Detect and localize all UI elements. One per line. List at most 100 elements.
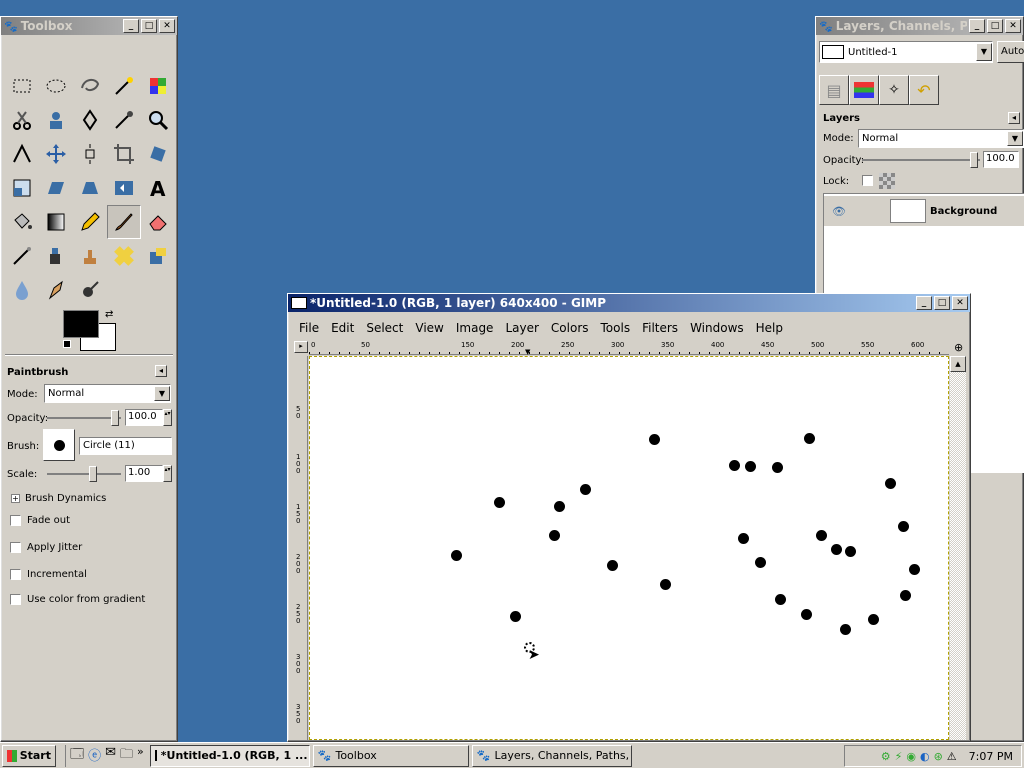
- close-button[interactable]: ✕: [1005, 19, 1021, 33]
- measure-tool-icon[interactable]: [5, 137, 39, 171]
- minimize-button[interactable]: _: [969, 19, 985, 33]
- image-select[interactable]: Untitled-1 ▼: [819, 41, 993, 63]
- perspective-clone-tool-icon[interactable]: [141, 239, 175, 273]
- airbrush-tool-icon[interactable]: [5, 239, 39, 273]
- foreground-color-swatch[interactable]: [63, 310, 99, 338]
- menu-select[interactable]: Select: [360, 321, 409, 335]
- maximize-button[interactable]: □: [987, 19, 1003, 33]
- image-titlebar[interactable]: *Untitled-1.0 (RGB, 1 layer) 640x400 - G…: [288, 294, 970, 312]
- task-layers[interactable]: 🐾 Layers, Channels, Paths, ...: [471, 744, 632, 767]
- menu-edit[interactable]: Edit: [325, 321, 360, 335]
- tray-app-icon[interactable]: ⚠: [947, 750, 957, 763]
- fade-out-checkbox[interactable]: [10, 515, 21, 526]
- scale-input[interactable]: 1.00: [125, 465, 163, 482]
- color-gradient-checkbox[interactable]: [10, 594, 21, 605]
- opacity-spinner[interactable]: ▴▾: [163, 409, 172, 426]
- crop-tool-icon[interactable]: [107, 137, 141, 171]
- close-button[interactable]: ✕: [159, 19, 175, 33]
- scroll-up-button[interactable]: ▲: [950, 356, 966, 372]
- rotate-tool-icon[interactable]: [141, 137, 175, 171]
- menu-image[interactable]: Image: [450, 321, 500, 335]
- lock-alpha-icon[interactable]: [879, 173, 895, 189]
- layer-mode-select[interactable]: Normal ▼: [858, 129, 1024, 148]
- color-picker-tool-icon[interactable]: [107, 103, 141, 137]
- tray-app-icon[interactable]: ⚡: [895, 750, 903, 763]
- maximize-button[interactable]: □: [934, 296, 950, 310]
- bucket-fill-tool-icon[interactable]: [5, 205, 39, 239]
- apply-jitter-checkbox[interactable]: [10, 542, 21, 553]
- mode-select[interactable]: Normal ▼: [44, 384, 171, 403]
- minimize-button[interactable]: _: [916, 296, 932, 310]
- menu-help[interactable]: Help: [750, 321, 789, 335]
- smudge-tool-icon[interactable]: [39, 273, 73, 307]
- ellipse-select-tool-icon[interactable]: [39, 69, 73, 103]
- tab-paths[interactable]: ✧: [879, 75, 909, 105]
- maximize-button[interactable]: □: [141, 19, 157, 33]
- eraser-tool-icon[interactable]: [141, 205, 175, 239]
- default-colors-icon[interactable]: [63, 340, 71, 348]
- opacity-slider[interactable]: [47, 410, 121, 426]
- pencil-tool-icon[interactable]: [73, 205, 107, 239]
- opacity-slider-handle[interactable]: [111, 410, 119, 426]
- chevron-down-icon[interactable]: ▼: [976, 43, 992, 61]
- menu-layer[interactable]: Layer: [499, 321, 544, 335]
- scale-spinner[interactable]: ▴▾: [163, 465, 172, 482]
- brush-preview-button[interactable]: [43, 429, 75, 461]
- blend-tool-icon[interactable]: [39, 205, 73, 239]
- scissors-tool-icon[interactable]: [5, 103, 39, 137]
- eye-icon[interactable]: 👁: [824, 205, 854, 218]
- close-button[interactable]: ✕: [952, 296, 968, 310]
- menu-filters[interactable]: Filters: [636, 321, 684, 335]
- minimize-button[interactable]: _: [123, 19, 139, 33]
- zoom-tool-icon[interactable]: [141, 103, 175, 137]
- opacity-input[interactable]: 100.0: [125, 409, 163, 426]
- toolbox-titlebar[interactable]: 🐾 Toolbox _ □ ✕: [1, 17, 177, 35]
- clone-tool-icon[interactable]: [73, 239, 107, 273]
- blur-tool-icon[interactable]: [5, 273, 39, 307]
- fuzzy-select-tool-icon[interactable]: [107, 69, 141, 103]
- folder-icon[interactable]: 🗀: [120, 745, 133, 767]
- dodge-burn-tool-icon[interactable]: [73, 273, 107, 307]
- text-tool-icon[interactable]: A: [141, 171, 175, 205]
- layers-titlebar[interactable]: 🐾 Layers, Channels, Pat _ □ ✕: [816, 17, 1023, 35]
- tab-layers[interactable]: ▤: [819, 75, 849, 105]
- tray-app-icon[interactable]: ⊛: [934, 750, 943, 763]
- show-desktop-icon[interactable]: 🗔: [70, 745, 84, 767]
- task-toolbox[interactable]: 🐾 Toolbox: [312, 744, 469, 767]
- heal-tool-icon[interactable]: [107, 239, 141, 273]
- layer-row[interactable]: 👁 Background: [824, 196, 1024, 226]
- align-tool-icon[interactable]: [73, 137, 107, 171]
- vertical-scrollbar[interactable]: ▲: [950, 356, 966, 740]
- layer-opacity-handle[interactable]: [970, 152, 978, 168]
- perspective-tool-icon[interactable]: [73, 171, 107, 205]
- select-by-color-tool-icon[interactable]: [141, 69, 175, 103]
- layer-name[interactable]: Background: [930, 206, 997, 217]
- ink-tool-icon[interactable]: [39, 239, 73, 273]
- tray-app-icon[interactable]: ◐: [920, 750, 930, 763]
- task-image-window[interactable]: *Untitled-1.0 (RGB, 1 ...: [149, 744, 310, 767]
- chevron-down-icon[interactable]: ▼: [154, 386, 170, 401]
- expander-plus-icon[interactable]: +: [11, 494, 20, 503]
- menu-tools[interactable]: Tools: [595, 321, 637, 335]
- tab-undo[interactable]: ↶: [909, 75, 939, 105]
- auto-button[interactable]: Auto: [997, 41, 1024, 63]
- lock-checkbox[interactable]: [862, 175, 873, 186]
- menu-windows[interactable]: Windows: [684, 321, 750, 335]
- menu-view[interactable]: View: [409, 321, 449, 335]
- foreground-select-tool-icon[interactable]: [39, 103, 73, 137]
- move-tool-icon[interactable]: [39, 137, 73, 171]
- rect-select-tool-icon[interactable]: [5, 69, 39, 103]
- flip-tool-icon[interactable]: [107, 171, 141, 205]
- free-select-tool-icon[interactable]: [73, 69, 107, 103]
- brush-name-field[interactable]: Circle (11): [79, 437, 172, 455]
- brush-dynamics-label[interactable]: Brush Dynamics: [25, 493, 106, 504]
- panel-menu-icon[interactable]: ◂: [1008, 112, 1020, 124]
- tab-channels[interactable]: [849, 75, 879, 105]
- start-button[interactable]: Start: [2, 744, 56, 767]
- ie-icon[interactable]: ⓔ: [88, 745, 101, 767]
- tray-app-icon[interactable]: ◉: [906, 750, 916, 763]
- panel-menu-icon[interactable]: ◂: [155, 365, 167, 377]
- more-chevron-icon[interactable]: »: [137, 745, 144, 767]
- tray-app-icon[interactable]: ⚙: [881, 750, 891, 763]
- swap-colors-icon[interactable]: ⇄: [105, 309, 113, 320]
